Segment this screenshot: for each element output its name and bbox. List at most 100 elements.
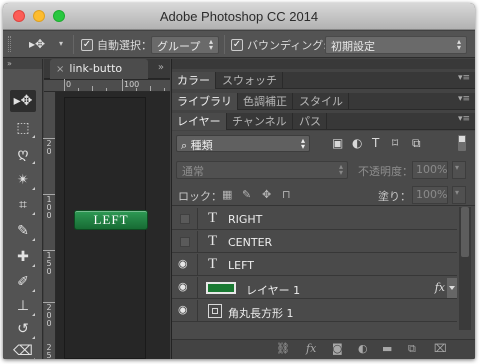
- eraser-tool-icon[interactable]: ⌫: [10, 340, 36, 359]
- tab-color[interactable]: カラー: [172, 72, 216, 89]
- panel-menu-icon[interactable]: ▾≡: [458, 94, 470, 104]
- ruler-label: 2 0: [46, 139, 52, 156]
- blend-mode-dropdown[interactable]: 通常 ▴ ▾: [176, 161, 348, 179]
- mask-icon[interactable]: ◙: [332, 342, 343, 355]
- document-tab[interactable]: × link-butto: [50, 59, 148, 79]
- scrollbar-thumb[interactable]: [461, 207, 469, 257]
- adjustment-icon[interactable]: ◐: [358, 342, 368, 355]
- visibility-toggle[interactable]: [172, 208, 198, 230]
- layer-row-layer1[interactable]: ◉ レイヤー 1 fx: [172, 277, 457, 299]
- fx-icon[interactable]: fx: [306, 342, 316, 355]
- visibility-off-box: [180, 214, 190, 224]
- close-tab-icon[interactable]: ×: [56, 64, 64, 75]
- crop-tool-icon[interactable]: ⌗: [10, 194, 36, 216]
- panel-menu-icon[interactable]: ▾≡: [458, 73, 470, 83]
- bounding-box-dropdown[interactable]: 初期設定 ▴ ▾: [325, 36, 467, 54]
- layer-name: レイヤー 1: [246, 284, 301, 297]
- layers-scrollbar[interactable]: [459, 207, 471, 330]
- layer-row-right[interactable]: T RIGHT: [172, 208, 457, 230]
- tools-panel: » ▸✥ ⬚ ღ ✴ ⌗ ✎ ✚ ✐ ⊥ ↺ ⌫: [3, 59, 43, 359]
- visibility-toggle[interactable]: ◉: [172, 300, 198, 322]
- filter-kind-dropdown[interactable]: ⌕ 種類 ▴ ▾: [176, 135, 310, 152]
- auto-select-value: グループ: [157, 40, 201, 53]
- ruler-tick: [78, 88, 79, 91]
- fill-label: 塗り：: [378, 190, 411, 203]
- eye-icon: ◉: [178, 257, 188, 270]
- expand-effects-button[interactable]: [447, 278, 457, 298]
- tab-libraries[interactable]: ライブラリ: [172, 93, 238, 110]
- layer-row-rounded-rect[interactable]: ◉ 角丸長方形 1: [172, 300, 457, 322]
- tab-layers[interactable]: レイヤー: [172, 113, 227, 130]
- chevron-updown-icon: ▴ ▾: [208, 37, 213, 52]
- shape-filter-icon[interactable]: ⌑: [392, 136, 398, 150]
- eyedropper-tool-icon[interactable]: ✎: [10, 220, 36, 242]
- eye-icon: ◉: [178, 303, 188, 316]
- opacity-dropdown[interactable]: ▾: [452, 161, 466, 179]
- canvas-left-button[interactable]: LEFT: [74, 210, 148, 230]
- vertical-ruler: 2 0 1 0 0 1 5 0 2 0 0 2 5 0: [43, 92, 56, 359]
- auto-select-dropdown[interactable]: グループ ▴ ▾: [151, 36, 219, 54]
- bounding-box-checkbox[interactable]: ✓: [231, 39, 243, 51]
- lock-fill-row: ロック： ▦ ✎ ✥ ⊓ 塗り： 100% ▾: [172, 184, 475, 206]
- options-bar: ▸✥ ▾ ✓ 自動選択： グループ ▴ ▾ ✓ バウンディング: 初期設定 ▴ ▾: [3, 31, 475, 58]
- visibility-toggle[interactable]: ◉: [172, 277, 198, 299]
- layer-name: LEFT: [228, 259, 254, 272]
- lock-brush-icon[interactable]: ✎: [242, 188, 251, 201]
- marquee-tool-icon[interactable]: ⬚: [10, 117, 36, 139]
- pixel-filter-icon[interactable]: ▣: [332, 136, 343, 150]
- layer-row-left[interactable]: ◉ T LEFT: [172, 254, 457, 276]
- opacity-input[interactable]: 100%: [412, 161, 448, 179]
- lasso-tool-icon[interactable]: ღ: [10, 143, 36, 165]
- move-tool-icon[interactable]: ▸✥: [10, 90, 36, 112]
- visibility-toggle[interactable]: [172, 231, 198, 253]
- tab-channels[interactable]: チャンネル: [227, 113, 293, 130]
- new-layer-icon[interactable]: ⧉: [408, 342, 416, 356]
- trash-icon[interactable]: ⌧: [434, 342, 447, 355]
- lock-transparent-icon[interactable]: ▦: [222, 188, 232, 201]
- color-panel-tabs: カラー スウォッチ ▾≡: [172, 72, 475, 89]
- layers-footer: ⛓ fx ◙ ◐ ▬ ⧉ ⌧: [172, 339, 475, 359]
- smart-object-filter-icon[interactable]: ⧉: [412, 136, 421, 151]
- tool-preset-dropdown[interactable]: ▾: [59, 39, 63, 48]
- tab-adjustments[interactable]: 色調補正: [238, 93, 293, 110]
- link-icon[interactable]: ⛓: [276, 342, 290, 355]
- layer-row-center[interactable]: T CENTER: [172, 231, 457, 253]
- fill-dropdown[interactable]: ▾: [452, 186, 466, 204]
- lock-position-icon[interactable]: ✥: [262, 188, 271, 201]
- lock-all-icon[interactable]: ⊓: [282, 188, 291, 201]
- double-chevron-right-icon[interactable]: »: [158, 62, 164, 73]
- auto-select-label: 自動選択：: [97, 39, 152, 52]
- adjustment-filter-icon[interactable]: ◐: [352, 136, 362, 150]
- visibility-off-box: [180, 237, 190, 247]
- tab-swatches[interactable]: スウォッチ: [217, 72, 283, 89]
- fx-icon[interactable]: fx: [435, 281, 445, 294]
- visibility-toggle[interactable]: ◉: [172, 254, 198, 276]
- text-layer-icon: T: [208, 256, 218, 272]
- magic-wand-tool-icon[interactable]: ✴: [10, 169, 36, 191]
- auto-select-checkbox[interactable]: ✓: [81, 39, 93, 51]
- ruler-tick: [43, 302, 55, 303]
- blend-mode-value: 通常: [182, 165, 204, 178]
- ruler-label: 1 5 0: [46, 251, 52, 276]
- move-tool-icon[interactable]: ▸✥: [29, 37, 45, 51]
- layer-name: RIGHT: [228, 213, 263, 226]
- tools-panel-collapse[interactable]: »: [3, 59, 42, 69]
- text-filter-icon[interactable]: T: [372, 136, 379, 150]
- filter-toggle-switch[interactable]: [458, 135, 466, 151]
- layers-panel: ⌕ 種類 ▴ ▾ ▣ ◐ T ⌑ ⧉ 通常 ▴ ▾ 不透明度： 100% ▾ ロ…: [172, 131, 475, 359]
- ruler-label: 1 0 0: [46, 195, 52, 220]
- clone-stamp-tool-icon[interactable]: ⊥: [10, 295, 36, 317]
- opacity-label: 不透明度：: [358, 165, 413, 178]
- layer-name: 角丸長方形 1: [228, 307, 294, 320]
- brush-tool-icon[interactable]: ✐: [10, 271, 36, 293]
- options-grip-handle[interactable]: [8, 36, 11, 52]
- fill-input[interactable]: 100%: [412, 186, 448, 204]
- tab-styles[interactable]: スタイル: [294, 93, 349, 110]
- folder-icon[interactable]: ▬: [382, 342, 392, 355]
- history-brush-tool-icon[interactable]: ↺: [10, 318, 36, 340]
- spot-healing-tool-icon[interactable]: ✚: [10, 246, 36, 268]
- search-icon: ⌕: [181, 139, 188, 152]
- tab-paths[interactable]: パス: [294, 113, 327, 130]
- panel-menu-icon[interactable]: ▾≡: [458, 114, 470, 124]
- blend-opacity-row: 通常 ▴ ▾ 不透明度： 100% ▾: [172, 159, 475, 181]
